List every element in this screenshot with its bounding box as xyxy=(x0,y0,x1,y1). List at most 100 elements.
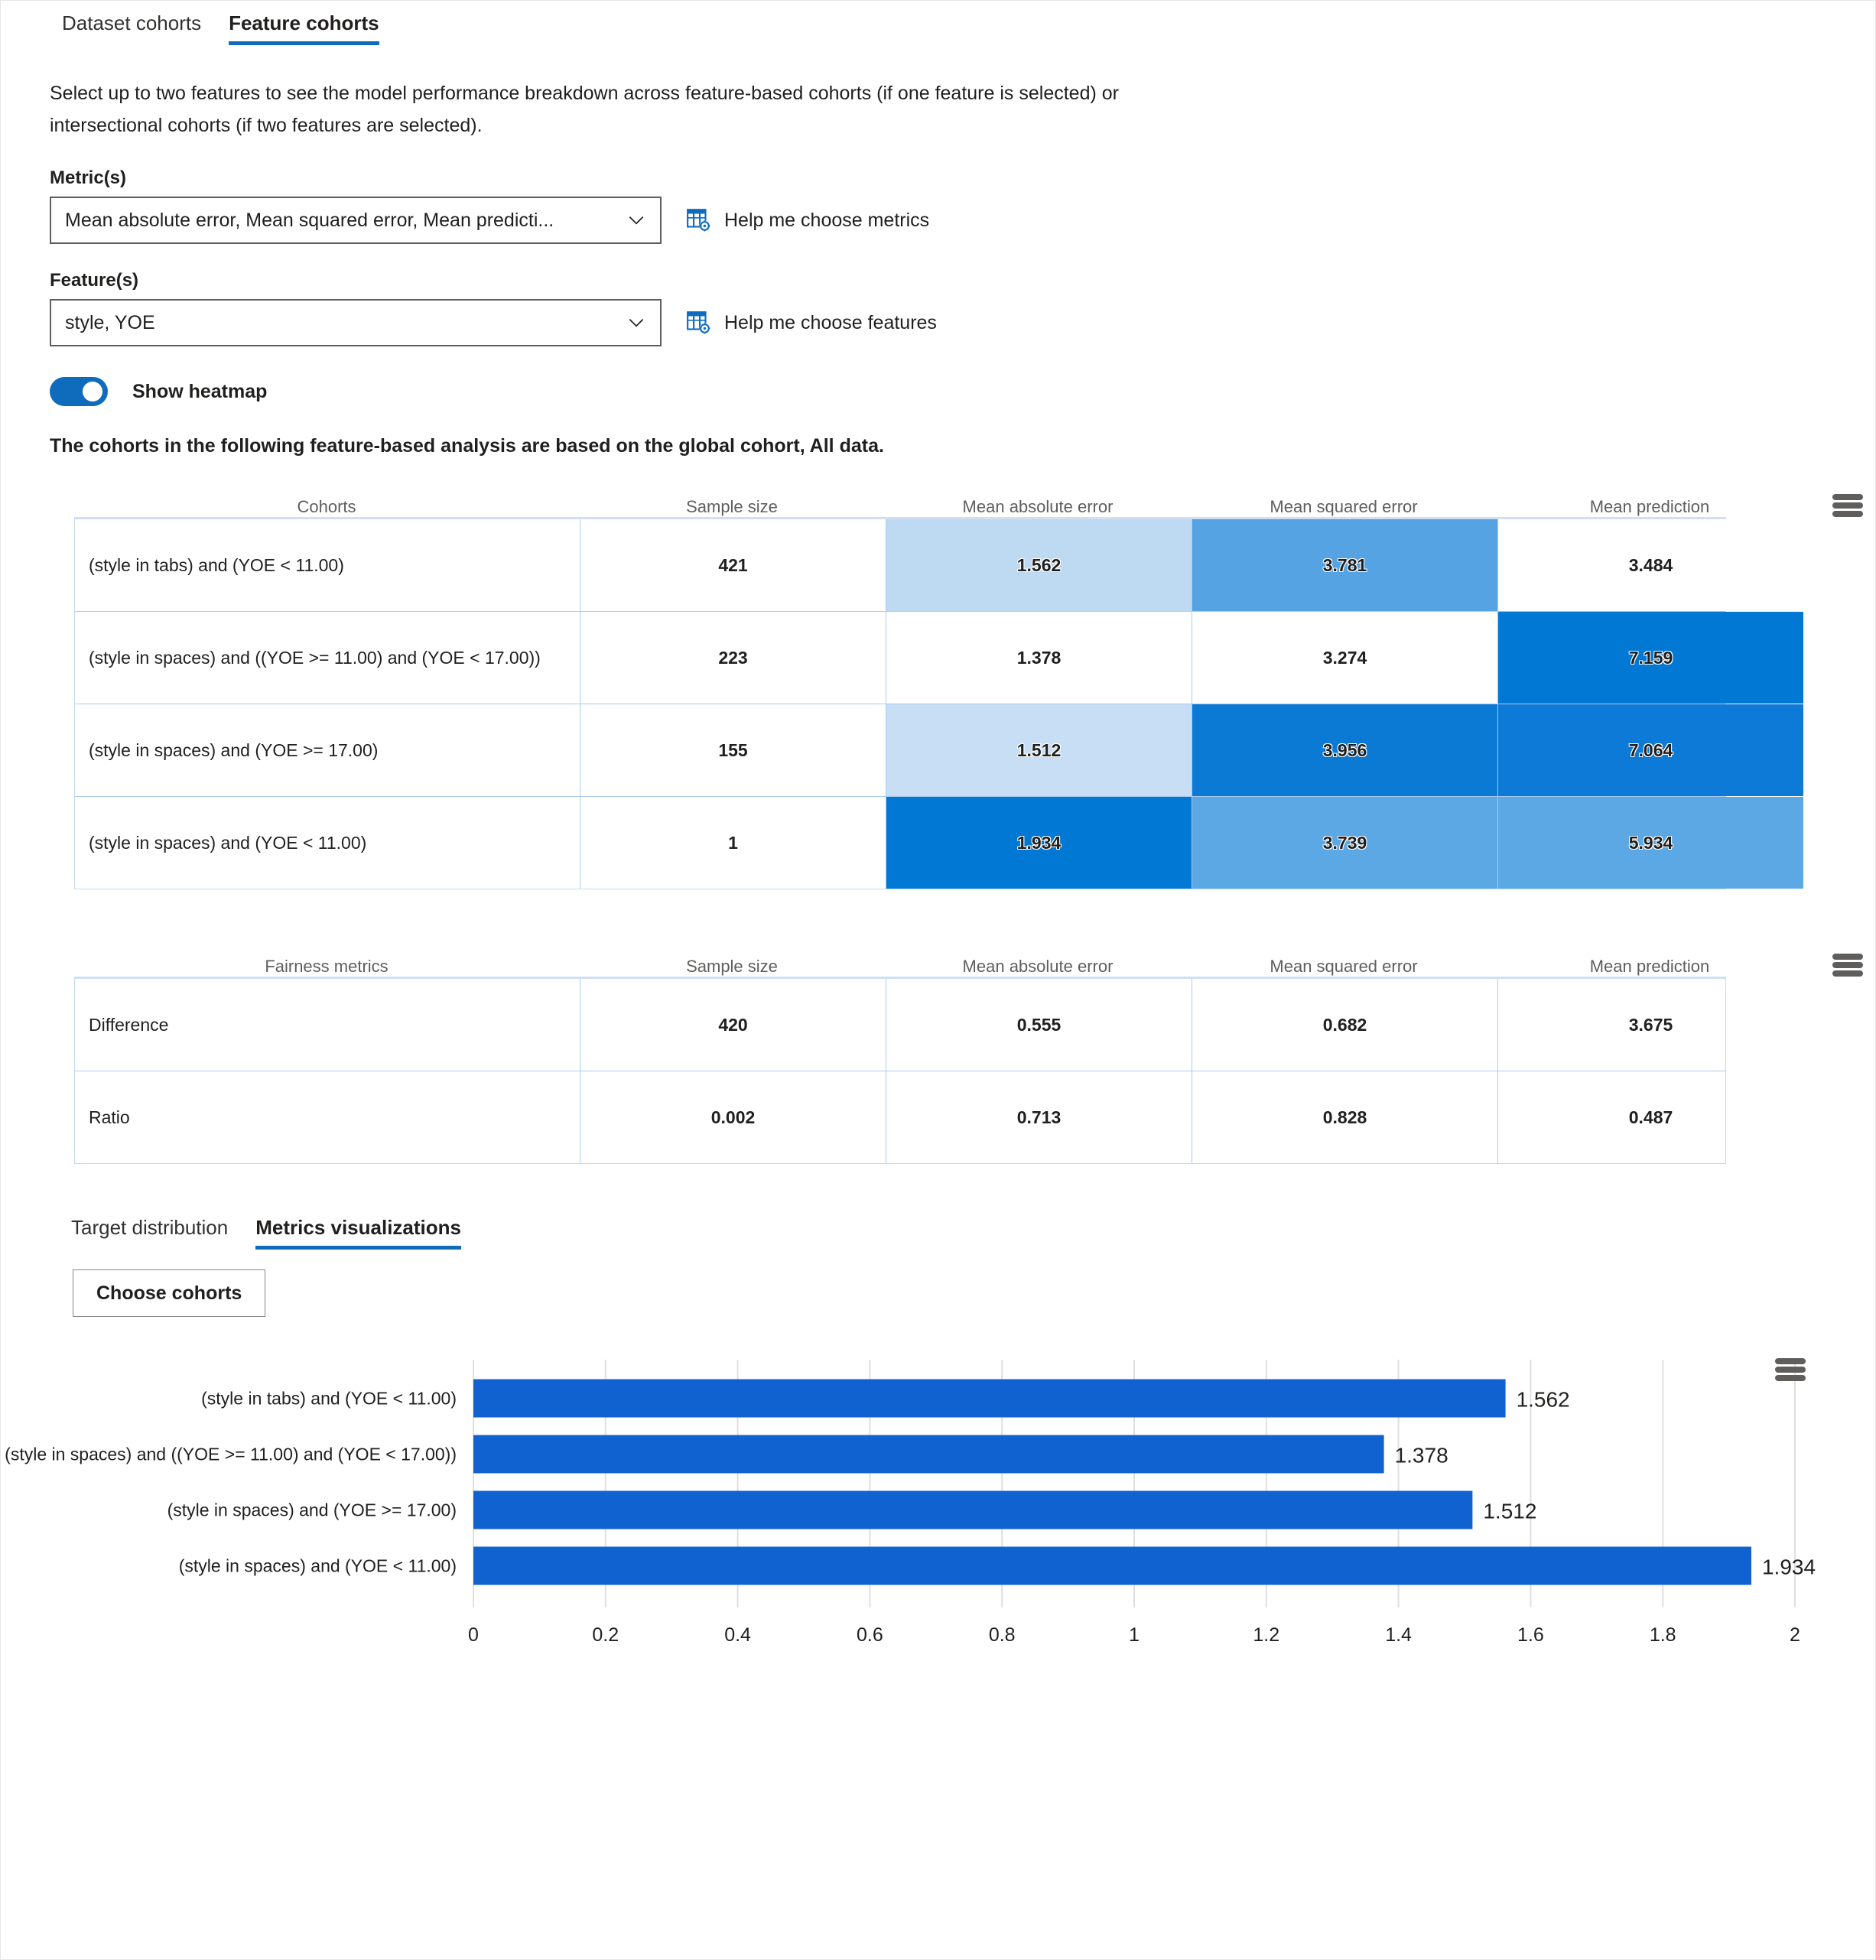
tab-feature-cohorts[interactable]: Feature cohorts xyxy=(215,1,393,45)
tab-target-distribution[interactable]: Target distribution xyxy=(57,1205,242,1250)
table-row: (style in spaces) and ((YOE >= 11.00) an… xyxy=(75,611,1803,704)
mean-absolute-error-cell: 0.555 xyxy=(886,979,1192,1071)
table-row: (style in spaces) and (YOE >= 17.00) 155 1… xyxy=(75,704,1803,796)
features-field-label: Feature(s) xyxy=(50,270,139,291)
mean-prediction-cell: 5.934 xyxy=(1497,797,1803,889)
mean-squared-error-cell: 3.956 xyxy=(1192,704,1497,796)
column-header-sample-size: Sample size xyxy=(686,957,778,976)
chart-x-tick-label: 1 xyxy=(1129,1624,1140,1646)
hamburger-menu-icon[interactable] xyxy=(1832,494,1863,517)
cohort-name-cell: (style in spaces) and (YOE >= 17.00) xyxy=(89,740,379,760)
table-gear-icon xyxy=(687,209,710,232)
hamburger-menu-icon[interactable] xyxy=(1832,954,1863,977)
cohort-name-cell: (style in spaces) and ((YOE >= 11.00) an… xyxy=(89,648,541,668)
column-header-mean-absolute-error: Mean absolute error xyxy=(962,957,1114,976)
sample-size-cell: 420 xyxy=(580,979,886,1071)
chart-menu-slot xyxy=(1775,1358,1806,1381)
top-tab-bar: Dataset cohorts Feature cohorts xyxy=(1,1,1875,57)
table-row: Difference 420 0.555 0.682 3.675 xyxy=(75,979,1725,1071)
metrics-bar-chart: 1.562 (style in tabs) and (YOE < 11.00) 1.… xyxy=(1,1347,1876,1669)
panel-description: Select up to two features to see the mod… xyxy=(50,83,1119,136)
help-me-choose-features-label: Help me choose features xyxy=(724,311,937,333)
mean-absolute-error-cell: 0.713 xyxy=(886,1071,1192,1163)
bottom-tab-bar: Target distribution Metrics visualizatio… xyxy=(57,1205,1875,1262)
chart-bar-value-label: 1.562 xyxy=(1517,1388,1570,1412)
cohort-name-cell: (style in spaces) and (YOE < 11.00) xyxy=(89,833,367,853)
show-heatmap-toggle[interactable] xyxy=(50,377,108,406)
metrics-field-row: Mean absolute error, Mean squared error,… xyxy=(50,197,1875,244)
sample-size-cell: 1 xyxy=(580,797,886,889)
help-me-choose-features-link[interactable]: Help me choose features xyxy=(686,310,937,336)
column-header-mean-squared-error: Mean squared error xyxy=(1270,497,1418,516)
fairness-table-body: Difference 420 0.555 0.682 3.675 Ratio 0.002 0.… xyxy=(74,977,1726,1164)
mean-prediction-cell: 7.064 xyxy=(1497,704,1803,796)
mean-prediction-cell: 7.159 xyxy=(1497,612,1803,704)
chart-x-tick-label: 0.4 xyxy=(724,1624,751,1646)
mean-squared-error-cell: 0.682 xyxy=(1192,979,1497,1071)
chevron-down-icon xyxy=(629,319,644,327)
chart-bar[interactable] xyxy=(473,1490,1473,1529)
chevron-down-icon xyxy=(629,216,644,225)
column-header-sample-size: Sample size xyxy=(686,497,778,516)
column-header-fairness-metrics: Fairness metrics xyxy=(265,957,389,976)
feature-cohorts-panel: Dataset cohorts Feature cohorts Select u… xyxy=(0,0,1876,1960)
chart-x-tick-label: 0.2 xyxy=(592,1624,619,1646)
column-header-mean-squared-error: Mean squared error xyxy=(1270,957,1418,976)
fairness-table-header: Fairness metrics Sample size Mean absolu… xyxy=(74,940,1863,977)
metrics-field-label: Metric(s) xyxy=(50,167,127,188)
mean-prediction-cell: 3.675 xyxy=(1497,979,1803,1071)
metrics-dropdown[interactable]: Mean absolute error, Mean squared error,… xyxy=(50,197,662,244)
fairness-table-block: Fairness metrics Sample size Mean absolu… xyxy=(1,940,1875,1164)
column-header-mean-absolute-error: Mean absolute error xyxy=(962,497,1114,516)
chart-bar-value-label: 1.934 xyxy=(1762,1555,1816,1579)
fairness-table: Fairness metrics Sample size Mean absolu… xyxy=(74,940,1863,1164)
chart-category-label: (style in spaces) and (YOE < 11.00) xyxy=(179,1556,457,1576)
tab-metrics-visualizations[interactable]: Metrics visualizations xyxy=(242,1205,475,1250)
fairness-metric-name-cell: Ratio xyxy=(89,1107,130,1127)
cohort-name-cell: (style in tabs) and (YOE < 11.00) xyxy=(89,555,344,575)
toggle-knob xyxy=(83,382,102,401)
mean-absolute-error-cell: 1.934 xyxy=(886,797,1192,889)
mean-absolute-error-cell: 1.378 xyxy=(886,612,1192,704)
help-me-choose-metrics-link[interactable]: Help me choose metrics xyxy=(686,207,929,233)
sample-size-cell: 223 xyxy=(580,612,886,704)
mean-squared-error-cell: 3.274 xyxy=(1192,612,1497,704)
chart-x-tick-label: 0 xyxy=(468,1624,479,1646)
mean-squared-error-cell: 3.781 xyxy=(1192,519,1497,611)
hamburger-menu-icon[interactable] xyxy=(1775,1358,1806,1381)
chart-x-tick-label: 0.8 xyxy=(989,1624,1016,1646)
mean-absolute-error-cell: 1.512 xyxy=(886,704,1192,796)
table-gear-icon xyxy=(687,311,710,334)
chart-bar[interactable] xyxy=(473,1435,1384,1474)
tab-metrics-visualizations-label: Metrics visualizations xyxy=(255,1216,461,1239)
mean-prediction-cell: 3.484 xyxy=(1497,519,1803,611)
chart-x-tick-label: 1.6 xyxy=(1517,1624,1544,1646)
chart-category-label: (style in spaces) and ((YOE >= 11.00) an… xyxy=(5,1445,457,1464)
mean-squared-error-cell: 3.739 xyxy=(1192,797,1497,889)
cohorts-table-header: Cohorts Sample size Mean absolute error … xyxy=(74,480,1863,517)
chart-bar-value-label: 1.512 xyxy=(1483,1500,1536,1523)
table-row: Ratio 0.002 0.713 0.828 0.487 xyxy=(75,1071,1725,1163)
mean-prediction-cell: 0.487 xyxy=(1497,1071,1803,1163)
cohorts-table: Cohorts Sample size Mean absolute error … xyxy=(74,480,1863,889)
features-dropdown[interactable]: style, YOE xyxy=(50,299,662,346)
column-header-mean-prediction: Mean prediction xyxy=(1589,497,1710,516)
tab-dataset-cohorts[interactable]: Dataset cohorts xyxy=(48,1,215,45)
chart-category-label: (style in spaces) and (YOE >= 17.00) xyxy=(167,1500,457,1520)
features-dropdown-value: style, YOE xyxy=(65,311,155,333)
table-row: (style in spaces) and (YOE < 11.00) 1 1.93… xyxy=(75,796,1803,889)
cohorts-table-menu-slot xyxy=(1803,494,1876,517)
features-field-row: style, YOE Help me choose features xyxy=(50,299,1875,346)
metrics-dropdown-value: Mean absolute error, Mean squared error,… xyxy=(65,209,554,231)
cohorts-table-body: (style in tabs) and (YOE < 11.00) 421 1.56… xyxy=(74,517,1803,889)
tab-feature-cohorts-label: Feature cohorts xyxy=(229,11,379,34)
cohorts-table-block: Cohorts Sample size Mean absolute error … xyxy=(1,480,1875,889)
chart-category-label: (style in tabs) and (YOE < 11.00) xyxy=(201,1389,457,1409)
chart-x-tick-label: 0.6 xyxy=(857,1624,883,1646)
chart-x-tick-label: 1.2 xyxy=(1253,1624,1279,1646)
sample-size-cell: 155 xyxy=(580,704,886,796)
choose-cohorts-button[interactable]: Choose cohorts xyxy=(73,1269,266,1317)
show-heatmap-label: Show heatmap xyxy=(132,380,268,402)
chart-bar[interactable] xyxy=(473,1546,1751,1585)
chart-bar[interactable] xyxy=(473,1379,1506,1418)
